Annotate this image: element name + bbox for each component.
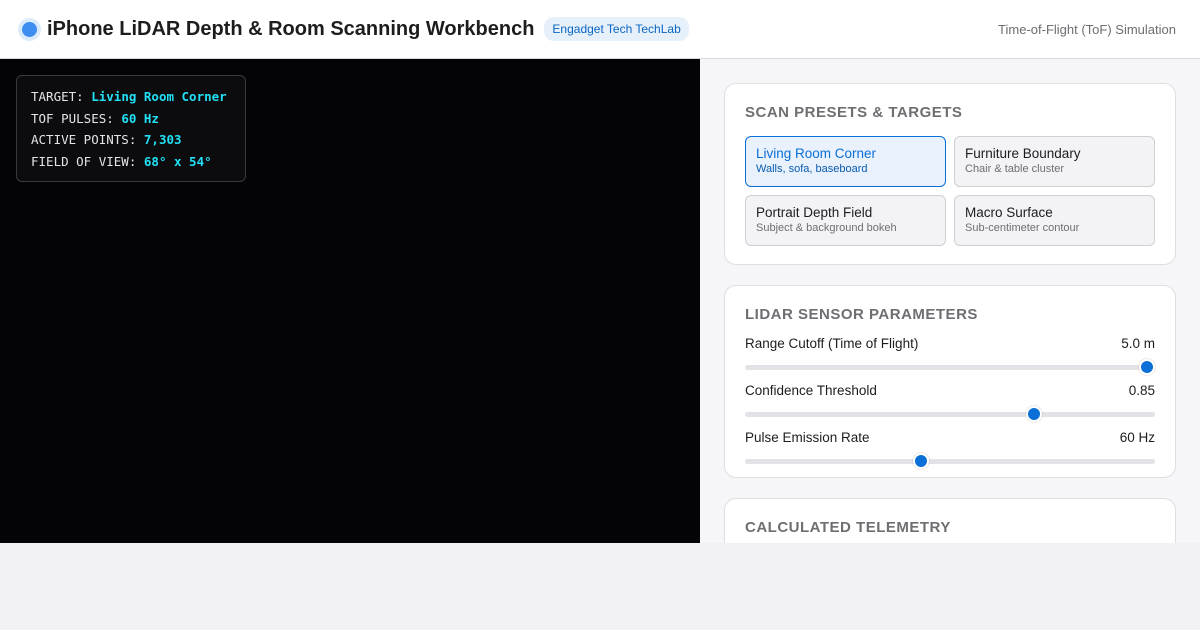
preset-title: Living Room Corner bbox=[756, 146, 877, 161]
calculated-telemetry-card: Calculated Telemetry bbox=[724, 498, 1176, 543]
preset-furniture-boundary[interactable]: Furniture Boundary Chair & table cluster bbox=[954, 136, 1155, 187]
preset-title: Furniture Boundary bbox=[965, 146, 1081, 161]
preset-subtitle: Sub-centimeter contour bbox=[965, 222, 1080, 234]
hud-points-label: ACTIVE POINTS: bbox=[31, 132, 137, 147]
hud-fov-label: FIELD OF VIEW: bbox=[31, 153, 137, 169]
preset-title: Macro Surface bbox=[965, 205, 1053, 220]
hud-pulses-row: TOF PULSES: 60 Hz bbox=[31, 108, 231, 130]
param-pulse-emission-rate: Pulse Emission Rate 60 Hz bbox=[745, 430, 1155, 469]
sensor-parameters-card: LiDAR Sensor Parameters Range Cutoff (Ti… bbox=[724, 285, 1176, 478]
confidence-threshold-slider[interactable] bbox=[745, 406, 1155, 422]
hud-pulses-label: TOF PULSES: bbox=[31, 110, 114, 126]
param-value: 0.85 bbox=[1128, 383, 1155, 398]
page-background bbox=[0, 543, 1200, 630]
hud-fov-value: 68° x 54° bbox=[143, 153, 212, 169]
status-dot-icon bbox=[22, 21, 37, 37]
hud-overlay: TARGET: Living Room Corner TOF PULSES: 6… bbox=[16, 75, 246, 182]
param-value: 5.0 m bbox=[1121, 336, 1155, 351]
hud-target-row: TARGET: Living Room Corner bbox=[31, 86, 231, 108]
preset-living-room-corner[interactable]: Living Room Corner Walls, sofa, baseboar… bbox=[745, 136, 946, 187]
param-confidence-threshold: Confidence Threshold 0.85 bbox=[745, 383, 1155, 422]
app-header: iPhone LiDAR Depth & Room Scanning Workb… bbox=[0, 0, 1200, 59]
preset-macro-surface[interactable]: Macro Surface Sub-centimeter contour bbox=[954, 195, 1155, 246]
calculated-telemetry-title: Calculated Telemetry bbox=[745, 519, 951, 536]
preset-portrait-depth-field[interactable]: Portrait Depth Field Subject & backgroun… bbox=[745, 195, 946, 246]
preset-title: Portrait Depth Field bbox=[756, 205, 873, 220]
slider-thumb[interactable] bbox=[913, 453, 929, 469]
brand-badge: Engadget Tech TechLab bbox=[544, 17, 689, 41]
depth-viewport[interactable]: TARGET: Living Room Corner TOF PULSES: 6… bbox=[0, 59, 700, 543]
simulation-mode-label: Time-of-Flight (ToF) Simulation bbox=[998, 21, 1176, 37]
param-label: Pulse Emission Rate bbox=[745, 430, 870, 445]
slider-thumb[interactable] bbox=[1139, 359, 1155, 375]
hud-target-value: Living Room Corner bbox=[91, 89, 227, 104]
hud-pulses-value: 60 Hz bbox=[121, 110, 159, 126]
hud-target-label: TARGET: bbox=[31, 89, 84, 104]
param-value: 60 Hz bbox=[1119, 430, 1155, 445]
hud-points-row: ACTIVE POINTS: 7,303 bbox=[31, 129, 231, 151]
param-label: Confidence Threshold bbox=[745, 383, 877, 398]
hud-fov-row: FIELD OF VIEW: 68° x 54° bbox=[31, 151, 231, 173]
preset-subtitle: Chair & table cluster bbox=[965, 163, 1065, 175]
preset-subtitle: Walls, sofa, baseboard bbox=[756, 163, 868, 175]
control-sidebar: Scan Presets & Targets Living Room Corne… bbox=[700, 59, 1200, 543]
hud-points-value: 7,303 bbox=[143, 132, 182, 147]
preset-subtitle: Subject & background bokeh bbox=[756, 222, 897, 234]
range-cutoff-slider[interactable] bbox=[745, 359, 1155, 375]
sensor-parameters-title: LiDAR Sensor Parameters bbox=[745, 306, 978, 323]
param-range-cutoff: Range Cutoff (Time of Flight) 5.0 m bbox=[745, 336, 1155, 375]
scan-presets-title: Scan Presets & Targets bbox=[745, 104, 963, 121]
param-label: Range Cutoff (Time of Flight) bbox=[745, 336, 919, 351]
preset-grid: Living Room Corner Walls, sofa, baseboar… bbox=[745, 136, 1155, 246]
scan-presets-card: Scan Presets & Targets Living Room Corne… bbox=[724, 83, 1176, 265]
page-title: iPhone LiDAR Depth & Room Scanning Workb… bbox=[47, 17, 535, 40]
pulse-emission-rate-slider[interactable] bbox=[745, 453, 1155, 469]
slider-thumb[interactable] bbox=[1026, 406, 1042, 422]
